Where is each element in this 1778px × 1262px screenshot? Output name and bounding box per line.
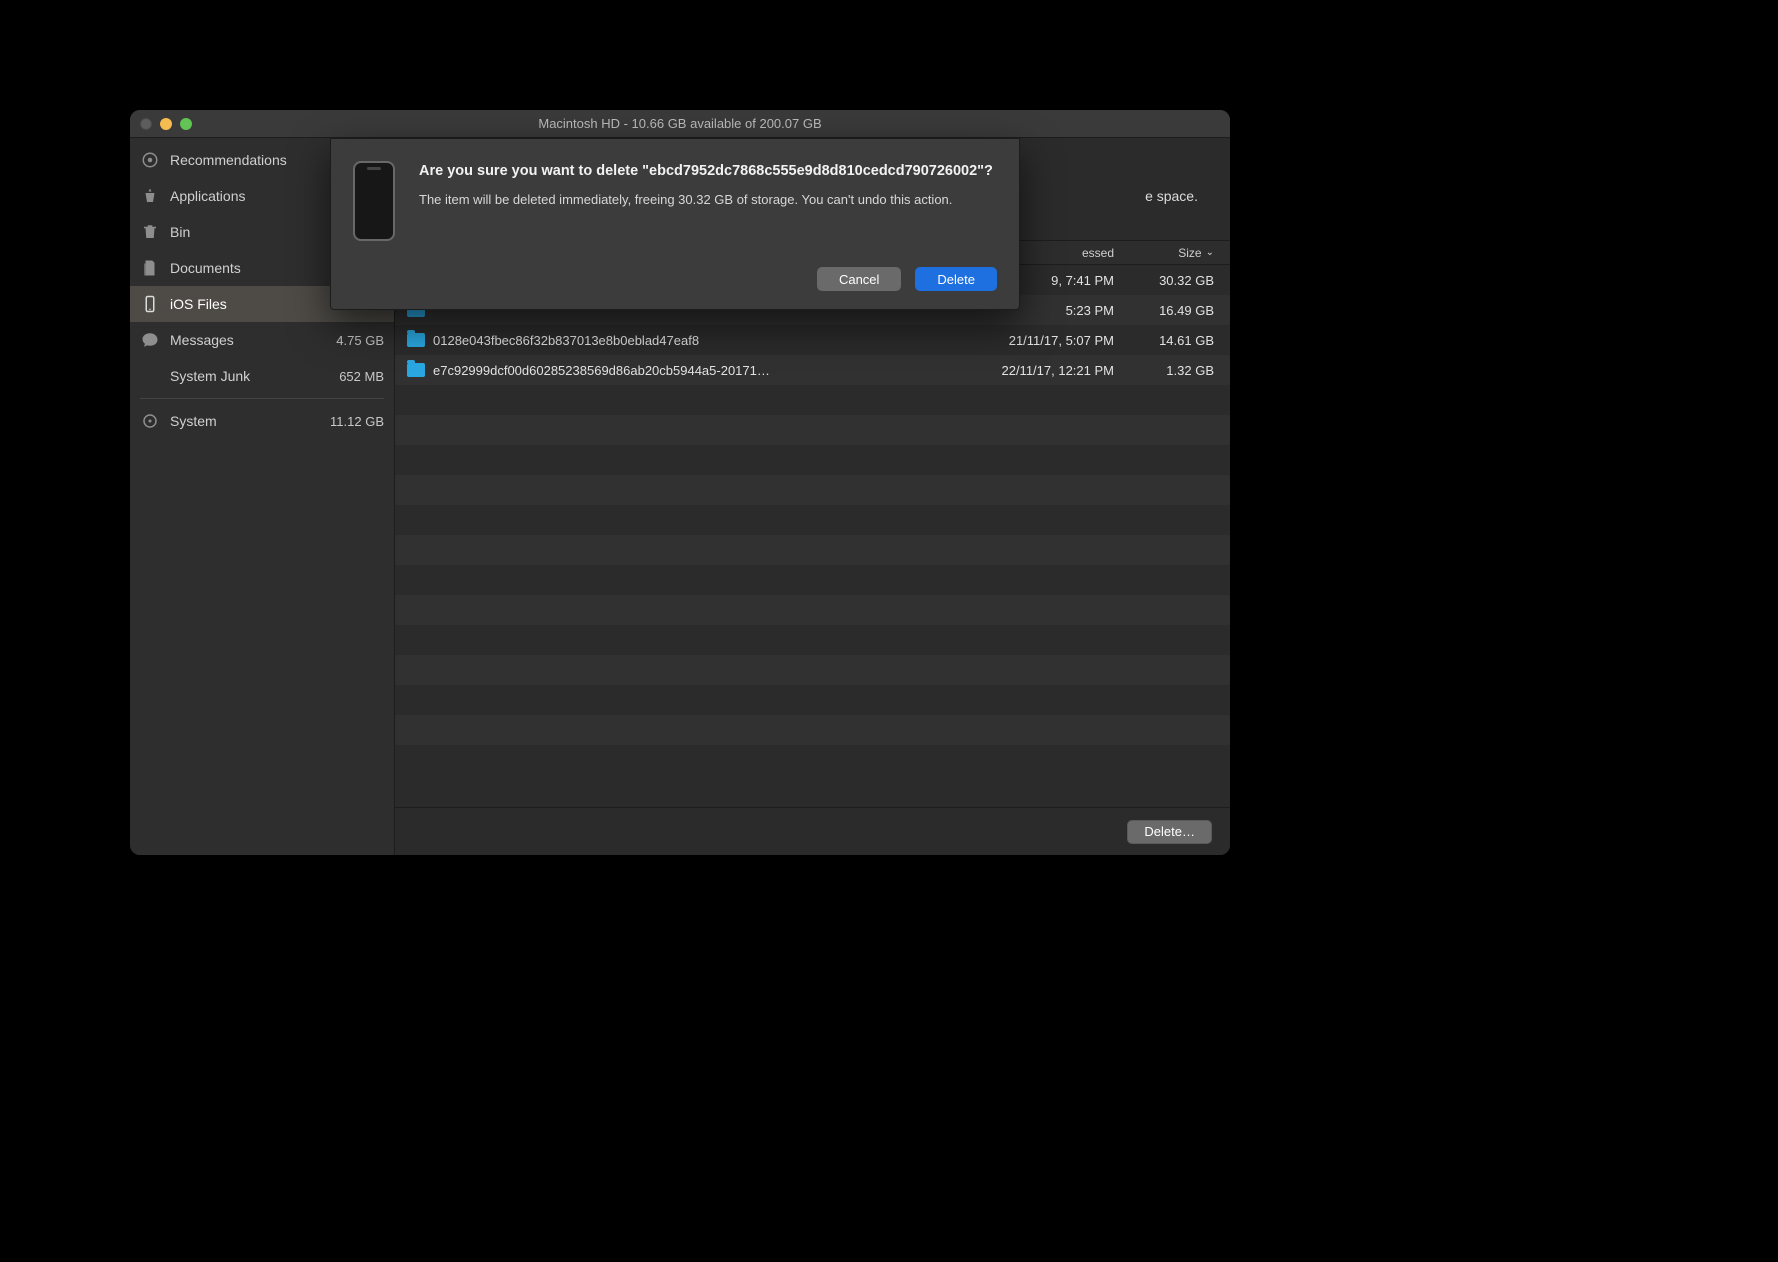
table-row-empty: . bbox=[395, 505, 1230, 535]
sidebar-item-label: Bin bbox=[170, 224, 190, 240]
sidebar-item-label: System bbox=[170, 413, 217, 429]
table-row-empty: . bbox=[395, 685, 1230, 715]
storage-management-window: Macintosh HD - 10.66 GB available of 200… bbox=[130, 110, 1230, 855]
table-row-empty: . bbox=[395, 445, 1230, 475]
file-size: 1.32 GB bbox=[1124, 363, 1224, 378]
traffic-lights bbox=[140, 118, 192, 130]
messages-icon bbox=[140, 330, 160, 350]
table-row-empty: . bbox=[395, 655, 1230, 685]
sidebar-item-size: 4.75 GB bbox=[336, 333, 384, 348]
device-icon bbox=[353, 161, 395, 241]
table-row-empty: . bbox=[395, 745, 1230, 775]
minimize-window-button[interactable] bbox=[160, 118, 172, 130]
dialog-body: The item will be deleted immediately, fr… bbox=[419, 191, 993, 209]
dialog-heading: Are you sure you want to delete "ebcd795… bbox=[419, 161, 993, 181]
table-row-empty: . bbox=[395, 535, 1230, 565]
sidebar-item-size: 652 MB bbox=[339, 369, 384, 384]
sidebar-divider bbox=[140, 398, 384, 399]
delete-button[interactable]: Delete bbox=[915, 267, 997, 291]
sidebar-item-system[interactable]: System 11.12 GB bbox=[130, 403, 394, 439]
file-size: 14.61 GB bbox=[1124, 333, 1224, 348]
sidebar-item-label: Messages bbox=[170, 332, 234, 348]
content-footer: Delete… bbox=[395, 807, 1230, 855]
table-row[interactable]: 0128e043fbec86f32b837013e8b0eblad47eaf8 … bbox=[395, 325, 1230, 355]
file-size: 30.32 GB bbox=[1124, 273, 1224, 288]
sidebar-item-label: System Junk bbox=[170, 368, 250, 384]
sidebar-item-system-junk[interactable]: System Junk 652 MB bbox=[130, 358, 394, 394]
applications-icon bbox=[140, 186, 160, 206]
maximize-window-button[interactable] bbox=[180, 118, 192, 130]
sidebar-item-label: Documents bbox=[170, 260, 241, 276]
column-size[interactable]: Size ⌄ bbox=[1124, 246, 1224, 260]
folder-icon bbox=[407, 363, 425, 377]
close-window-button[interactable] bbox=[140, 118, 152, 130]
chevron-down-icon: ⌄ bbox=[1206, 247, 1214, 258]
documents-icon bbox=[140, 258, 160, 278]
file-name: e7c92999dcf00d60285238569d86ab20cb5944a5… bbox=[433, 363, 929, 378]
table-row-empty: . bbox=[395, 385, 1230, 415]
sidebar-item-size: 11.12 GB bbox=[330, 414, 384, 429]
table-row-empty: . bbox=[395, 715, 1230, 745]
window-title: Macintosh HD - 10.66 GB available of 200… bbox=[130, 116, 1230, 131]
table-row[interactable]: e7c92999dcf00d60285238569d86ab20cb5944a5… bbox=[395, 355, 1230, 385]
file-date: 22/11/17, 12:21 PM bbox=[929, 363, 1124, 378]
system-icon bbox=[140, 411, 160, 431]
confirm-delete-dialog: Are you sure you want to delete "ebcd795… bbox=[330, 138, 1020, 310]
phone-icon bbox=[140, 294, 160, 314]
table-row-empty: . bbox=[395, 475, 1230, 505]
lightbulb-icon bbox=[140, 150, 160, 170]
table-row-empty: . bbox=[395, 595, 1230, 625]
file-name: 0128e043fbec86f32b837013e8b0eblad47eaf8 bbox=[433, 333, 929, 348]
titlebar: Macintosh HD - 10.66 GB available of 200… bbox=[130, 110, 1230, 138]
file-size: 16.49 GB bbox=[1124, 303, 1224, 318]
sidebar-item-label: iOS Files bbox=[170, 296, 227, 312]
trash-icon bbox=[140, 222, 160, 242]
cancel-button[interactable]: Cancel bbox=[817, 267, 901, 291]
file-date: 21/11/17, 5:07 PM bbox=[929, 333, 1124, 348]
sidebar-item-label: Applications bbox=[170, 188, 246, 204]
sidebar-item-messages[interactable]: Messages 4.75 GB bbox=[130, 322, 394, 358]
table-row-empty: . bbox=[395, 565, 1230, 595]
folder-icon bbox=[407, 333, 425, 347]
table-row-empty: . bbox=[395, 625, 1230, 655]
sidebar-item-label: Recommendations bbox=[170, 152, 287, 168]
delete-selected-button[interactable]: Delete… bbox=[1127, 820, 1212, 844]
table-row-empty: . bbox=[395, 415, 1230, 445]
table-body: ebcd7952dc7868c555e9d8d810cedcd790726002… bbox=[395, 265, 1230, 807]
